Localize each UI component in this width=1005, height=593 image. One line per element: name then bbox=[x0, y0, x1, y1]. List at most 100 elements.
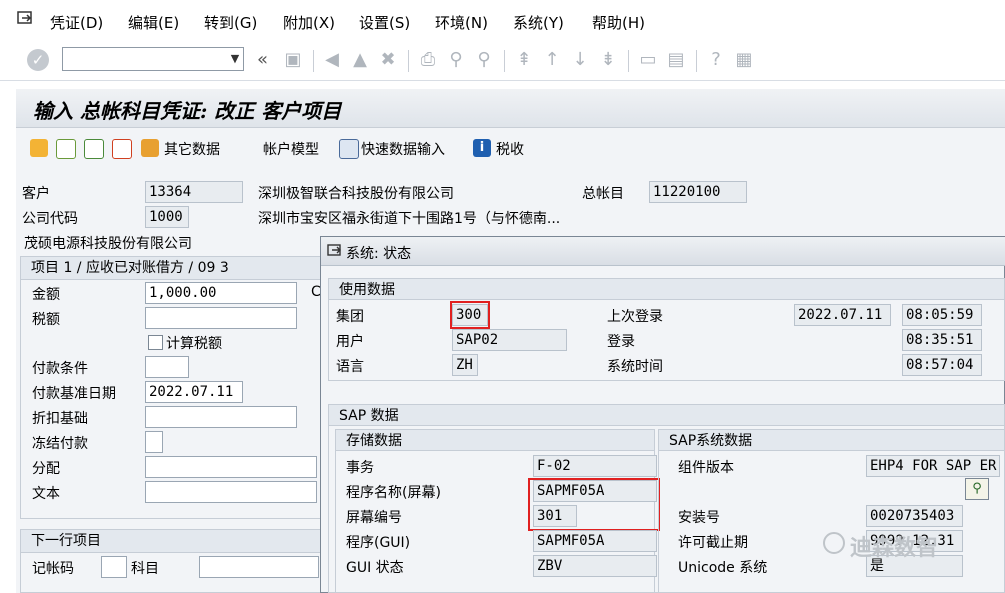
cancel-icon[interactable]: ✖ bbox=[378, 50, 398, 70]
page-title: 输入 总帐科目凭证: 改正 客户项目 bbox=[33, 99, 342, 123]
system-time-field[interactable]: 08:57:04 bbox=[902, 354, 982, 376]
highlight-box bbox=[450, 301, 490, 329]
last-logon-date-field[interactable]: 2022.07.11 bbox=[794, 304, 891, 326]
user-label: 用户 bbox=[336, 334, 364, 350]
amount-field[interactable]: 1,000.00 bbox=[145, 282, 297, 304]
last-logon-label: 上次登录 bbox=[607, 309, 663, 325]
menu-document[interactable]: 凭证(D) bbox=[50, 12, 103, 33]
assignment-field[interactable] bbox=[145, 456, 317, 478]
tax-button[interactable]: 税收 bbox=[496, 139, 524, 159]
command-field[interactable] bbox=[62, 47, 244, 71]
last-logon-time-field[interactable]: 08:05:59 bbox=[902, 304, 982, 326]
menu-help[interactable]: 帮助(H) bbox=[592, 12, 645, 33]
dialog-title: 系统: 状态 bbox=[346, 246, 412, 262]
previous-page-icon[interactable]: ↑ bbox=[542, 50, 562, 70]
system-time-label: 系统时间 bbox=[607, 359, 663, 375]
program-gui-label: 程序(GUI) bbox=[346, 535, 411, 551]
discount-base-field[interactable] bbox=[145, 406, 297, 428]
amount-label: 金额 bbox=[32, 287, 60, 303]
toolbar-separator bbox=[628, 50, 629, 72]
save-icon[interactable]: ▣ bbox=[283, 50, 303, 70]
highlight-box bbox=[528, 478, 660, 531]
account-field[interactable] bbox=[199, 556, 319, 578]
logon-label: 登录 bbox=[607, 334, 635, 350]
discount-base-label: 折扣基础 bbox=[32, 411, 88, 427]
chevron-down-icon[interactable]: ▼ bbox=[226, 47, 244, 71]
layout-icon[interactable]: ▦ bbox=[734, 50, 754, 70]
find-next-icon[interactable]: ⚲ bbox=[474, 50, 494, 70]
transaction-field[interactable]: F-02 bbox=[533, 455, 657, 477]
menu-edit[interactable]: 编辑(E) bbox=[128, 12, 179, 33]
gui-status-field[interactable]: ZBV bbox=[533, 555, 657, 577]
first-page-icon[interactable]: ⇞ bbox=[514, 50, 534, 70]
item-group-title: 项目 1 / 应收已对账借方 / 09 3 bbox=[20, 256, 330, 280]
customer-field[interactable]: 13364 bbox=[145, 181, 243, 203]
info-icon: i bbox=[473, 139, 491, 157]
program-gui-field[interactable]: SAPMF05A bbox=[533, 530, 657, 552]
magnifier-icon[interactable]: ⚲ bbox=[965, 478, 989, 500]
text-label: 文本 bbox=[32, 486, 60, 502]
last-page-icon[interactable]: ⇟ bbox=[598, 50, 618, 70]
copy-icon[interactable] bbox=[112, 139, 132, 159]
gl-account-label: 总帐目 bbox=[582, 186, 624, 202]
toolbar-separator bbox=[313, 50, 314, 72]
language-field[interactable]: ZH bbox=[452, 354, 478, 376]
simulate-icon[interactable] bbox=[56, 139, 76, 159]
menu-system[interactable]: 系统(Y) bbox=[513, 12, 564, 33]
collapse-icon[interactable]: « bbox=[257, 49, 268, 70]
client-label: 集团 bbox=[336, 309, 364, 325]
account-label: 科目 bbox=[131, 561, 159, 577]
payment-terms-field[interactable] bbox=[145, 356, 189, 378]
posting-key-label: 记帐码 bbox=[32, 561, 74, 577]
transaction-label: 事务 bbox=[346, 460, 374, 476]
baseline-date-field[interactable]: 2022.07.11 bbox=[145, 381, 243, 403]
customer-name: 深圳极智联合科技股份有限公司 bbox=[258, 186, 454, 202]
menu-extras[interactable]: 附加(X) bbox=[283, 12, 335, 33]
program-screen-label: 程序名称(屏幕) bbox=[346, 485, 441, 501]
payment-block-label: 冻结付款 bbox=[32, 436, 88, 452]
exit-icon[interactable]: ▲ bbox=[350, 50, 370, 70]
gl-account-field[interactable]: 11220100 bbox=[649, 181, 747, 203]
toolbar-separator bbox=[504, 50, 505, 72]
text-field[interactable] bbox=[145, 481, 317, 503]
installation-number-field[interactable]: 0020735403 bbox=[866, 505, 963, 527]
other-data-button[interactable]: 其它数据 bbox=[164, 139, 220, 159]
hold-icon[interactable] bbox=[30, 139, 48, 157]
park-icon[interactable] bbox=[84, 139, 104, 159]
customer-label: 客户 bbox=[22, 186, 50, 202]
account-model-button[interactable]: 帐户模型 bbox=[263, 139, 319, 159]
back-icon[interactable]: ◀ bbox=[322, 50, 342, 70]
tax-amount-label: 税额 bbox=[32, 312, 60, 328]
payment-block-field[interactable] bbox=[145, 431, 163, 453]
fast-entry-button[interactable]: 快速数据输入 bbox=[361, 139, 445, 159]
user-field[interactable]: SAP02 bbox=[452, 329, 567, 351]
sap-data-title: SAP 数据 bbox=[328, 404, 1005, 426]
shortcut-icon[interactable]: ▤ bbox=[666, 50, 686, 70]
print-icon[interactable]: ⎙ bbox=[418, 50, 438, 70]
window-menu-icon[interactable] bbox=[16, 10, 34, 28]
new-session-icon[interactable]: ▭ bbox=[638, 50, 658, 70]
next-item-group-title: 下一行项目 bbox=[20, 529, 330, 553]
posting-key-field[interactable] bbox=[101, 556, 127, 578]
watermark: 迪森数智 bbox=[850, 536, 939, 561]
enter-check-icon[interactable]: ✓ bbox=[27, 49, 49, 71]
other-data-icon bbox=[141, 139, 159, 157]
company-code-field[interactable]: 1000 bbox=[145, 206, 189, 228]
help-icon[interactable]: ? bbox=[706, 50, 726, 70]
calc-tax-checkbox[interactable] bbox=[148, 335, 163, 350]
calc-tax-label: 计算税额 bbox=[166, 336, 222, 352]
find-icon[interactable]: ⚲ bbox=[446, 50, 466, 70]
component-version-label: 组件版本 bbox=[678, 460, 734, 476]
component-version-field[interactable]: EHP4 FOR SAP ER... bbox=[866, 455, 1000, 477]
menu-settings[interactable]: 设置(S) bbox=[359, 12, 410, 33]
baseline-date-label: 付款基准日期 bbox=[32, 386, 116, 402]
next-page-icon[interactable]: ↓ bbox=[570, 50, 590, 70]
logon-time-field[interactable]: 08:35:51 bbox=[902, 329, 982, 351]
menu-environment[interactable]: 环境(N) bbox=[435, 12, 488, 33]
assignment-label: 分配 bbox=[32, 461, 60, 477]
toolbar-separator bbox=[696, 50, 697, 72]
tax-amount-field[interactable] bbox=[145, 307, 297, 329]
dialog-title-bar[interactable] bbox=[321, 237, 1005, 266]
menu-goto[interactable]: 转到(G) bbox=[204, 12, 257, 33]
dialog-menu-icon[interactable] bbox=[327, 243, 343, 259]
